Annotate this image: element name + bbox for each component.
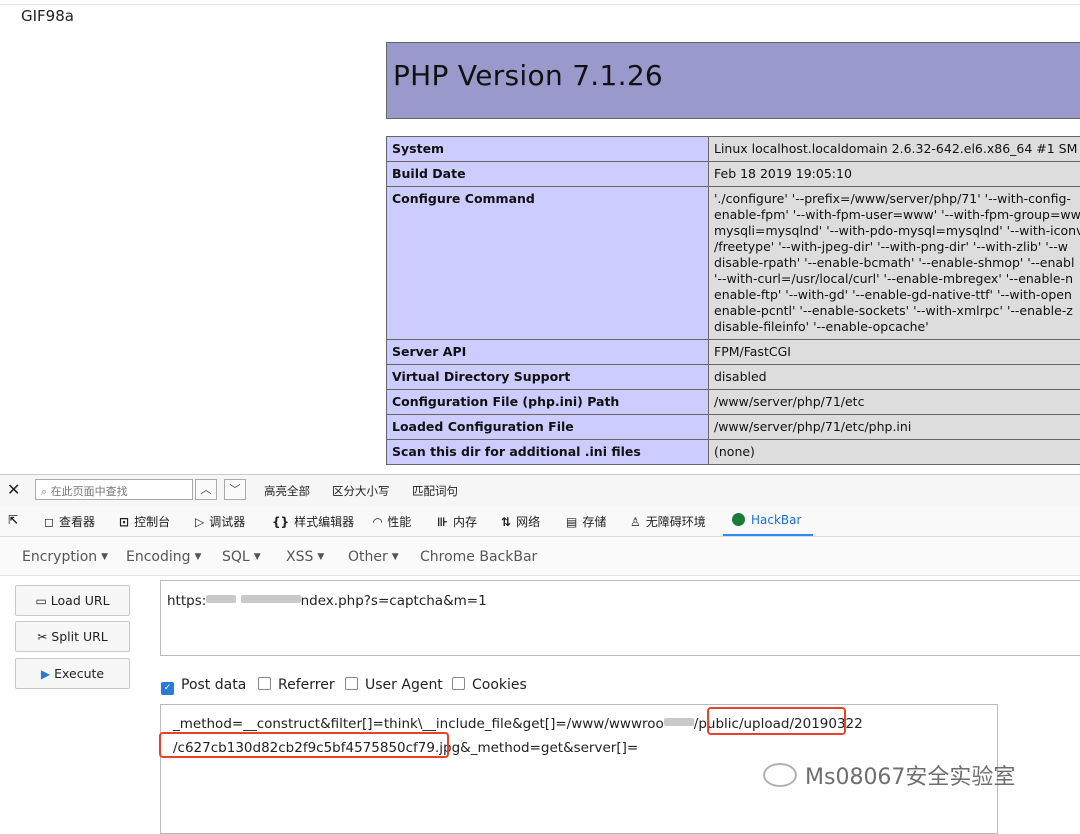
accessibility-icon: ♙ — [630, 515, 641, 529]
debugger-icon: ▷ — [195, 515, 204, 529]
search-icon: ⌕ — [41, 485, 47, 498]
info-row: Configure Command'./configure' '--prefix… — [387, 187, 1080, 340]
hackbar-menu: Encryption▼ Encoding▼ SQL▼ XSS▼ Other▼ C… — [0, 537, 1080, 576]
find-bar: ✕ ⌕ 在此页面中查找 ︿ ﹀ 高亮全部 区分大小写 匹配词句 — [0, 474, 1080, 507]
find-placeholder: 在此页面中查找 — [51, 485, 128, 498]
post-data-checkbox[interactable]: ✓Post data — [161, 677, 246, 695]
tab-debugger[interactable]: ▷调试器 — [195, 513, 245, 530]
tab-accessibility[interactable]: ♙无障碍环境 — [630, 513, 706, 530]
chevron-up-icon: ︿ — [201, 483, 212, 496]
caret-down-icon: ▼ — [317, 552, 324, 562]
info-key: Server API — [387, 340, 709, 365]
highlight-all-toggle[interactable]: 高亮全部 — [264, 483, 310, 499]
menu-sql[interactable]: SQL▼ — [222, 549, 261, 565]
braces-icon: {} — [272, 515, 289, 529]
info-value: Linux localhost.localdomain 2.6.32-642.e… — [709, 137, 1080, 162]
gif-header-text: GIF98a — [21, 7, 74, 25]
tab-network[interactable]: ⇅网络 — [501, 513, 540, 530]
tab-memory[interactable]: ⊪内存 — [437, 513, 477, 530]
referrer-checkbox[interactable]: Referrer — [258, 677, 335, 693]
caret-down-icon: ▼ — [195, 552, 202, 562]
info-row: Loaded Configuration File/www/server/php… — [387, 415, 1080, 440]
redacted-host — [241, 595, 301, 603]
inspector-icon: ◻ — [44, 515, 54, 529]
match-case-toggle[interactable]: 区分大小写 — [332, 483, 390, 499]
split-url-button[interactable]: ✂Split URL — [15, 621, 130, 652]
info-key: Loaded Configuration File — [387, 415, 709, 440]
caret-down-icon: ▼ — [254, 552, 261, 562]
info-key: Virtual Directory Support — [387, 365, 709, 390]
info-value: /www/server/php/71/etc — [709, 390, 1080, 415]
chevron-down-icon: ﹀ — [230, 483, 241, 496]
redacted-host — [206, 595, 236, 603]
tab-hackbar[interactable]: HackBar — [732, 513, 801, 527]
info-value: /www/server/php/71/etc/php.ini — [709, 415, 1080, 440]
load-icon: ▭ — [35, 587, 46, 616]
info-row: Configuration File (php.ini) Path/www/se… — [387, 390, 1080, 415]
url-textarea[interactable]: https: ndex.php?s=captcha&m=1 — [160, 580, 1080, 656]
info-value: disabled — [709, 365, 1080, 390]
tab-performance[interactable]: ◠性能 — [373, 513, 411, 530]
gauge-icon: ◠ — [373, 515, 382, 529]
watermark: Ms08067安全实验室 — [763, 759, 1015, 791]
checkbox-checked-icon: ✓ — [161, 682, 174, 695]
phpinfo-table: SystemLinux localhost.localdomain 2.6.32… — [386, 136, 1080, 465]
menu-encryption[interactable]: Encryption▼ — [22, 549, 108, 565]
devtools-tab-bar: ⇱ ◻查看器 ⊡控制台 ▷调试器 {}样式编辑器 ◠性能 ⊪内存 ⇅网络 ▤存储… — [0, 506, 1080, 537]
find-input[interactable]: ⌕ 在此页面中查找 — [35, 479, 193, 500]
tab-inspector[interactable]: ◻查看器 — [44, 513, 95, 530]
info-row: Server APIFPM/FastCGI — [387, 340, 1080, 365]
hackbar-icon — [732, 513, 745, 526]
cookies-checkbox[interactable]: Cookies — [452, 677, 527, 693]
info-value: './configure' '--prefix=/www/server/php/… — [709, 187, 1080, 340]
info-value: (none) — [709, 440, 1080, 465]
top-divider — [0, 4, 1080, 5]
scissors-icon: ✂ — [37, 623, 47, 652]
whole-words-toggle[interactable]: 匹配词句 — [412, 483, 458, 499]
menu-chrome-backbar[interactable]: Chrome BackBar — [420, 549, 537, 565]
tab-style-editor[interactable]: {}样式编辑器 — [272, 513, 354, 530]
info-key: Build Date — [387, 162, 709, 187]
info-key: Configure Command — [387, 187, 709, 340]
load-url-button[interactable]: ▭Load URL — [15, 585, 130, 616]
wechat-icon — [763, 763, 797, 787]
find-previous-button[interactable]: ︿ — [195, 479, 217, 500]
user-agent-checkbox[interactable]: User Agent — [345, 677, 443, 693]
info-row: SystemLinux localhost.localdomain 2.6.32… — [387, 137, 1080, 162]
network-arrows-icon: ⇅ — [501, 515, 511, 529]
caret-down-icon: ▼ — [392, 552, 399, 562]
tab-console[interactable]: ⊡控制台 — [119, 513, 170, 530]
find-next-button[interactable]: ﹀ — [224, 479, 246, 500]
php-version-title: PHP Version 7.1.26 — [393, 59, 663, 92]
info-key: Configuration File (php.ini) Path — [387, 390, 709, 415]
highlight-upload-path — [707, 707, 846, 735]
redacted-path — [664, 718, 694, 726]
console-icon: ⊡ — [119, 515, 129, 529]
element-picker-icon[interactable]: ⇱ — [8, 513, 23, 527]
execute-button[interactable]: ▶Execute — [15, 658, 130, 689]
menu-encoding[interactable]: Encoding▼ — [126, 549, 201, 565]
info-row: Virtual Directory Supportdisabled — [387, 365, 1080, 390]
storage-icon: ▤ — [566, 515, 577, 529]
highlight-file-name — [159, 732, 449, 758]
info-value: Feb 18 2019 19:05:10 — [709, 162, 1080, 187]
info-value: FPM/FastCGI — [709, 340, 1080, 365]
info-row: Build DateFeb 18 2019 19:05:10 — [387, 162, 1080, 187]
play-icon: ▶ — [41, 660, 50, 689]
close-find-bar-icon[interactable]: ✕ — [7, 480, 20, 499]
info-key: Scan this dir for additional .ini files — [387, 440, 709, 465]
info-key: System — [387, 137, 709, 162]
memory-icon: ⊪ — [437, 515, 448, 529]
menu-xss[interactable]: XSS▼ — [286, 549, 324, 565]
php-version-header: PHP Version 7.1.26 — [386, 42, 1080, 119]
caret-down-icon: ▼ — [101, 552, 108, 562]
active-tab-indicator — [723, 534, 813, 536]
tab-storage[interactable]: ▤存储 — [566, 513, 606, 530]
menu-other[interactable]: Other▼ — [348, 549, 399, 565]
info-row: Scan this dir for additional .ini files(… — [387, 440, 1080, 465]
